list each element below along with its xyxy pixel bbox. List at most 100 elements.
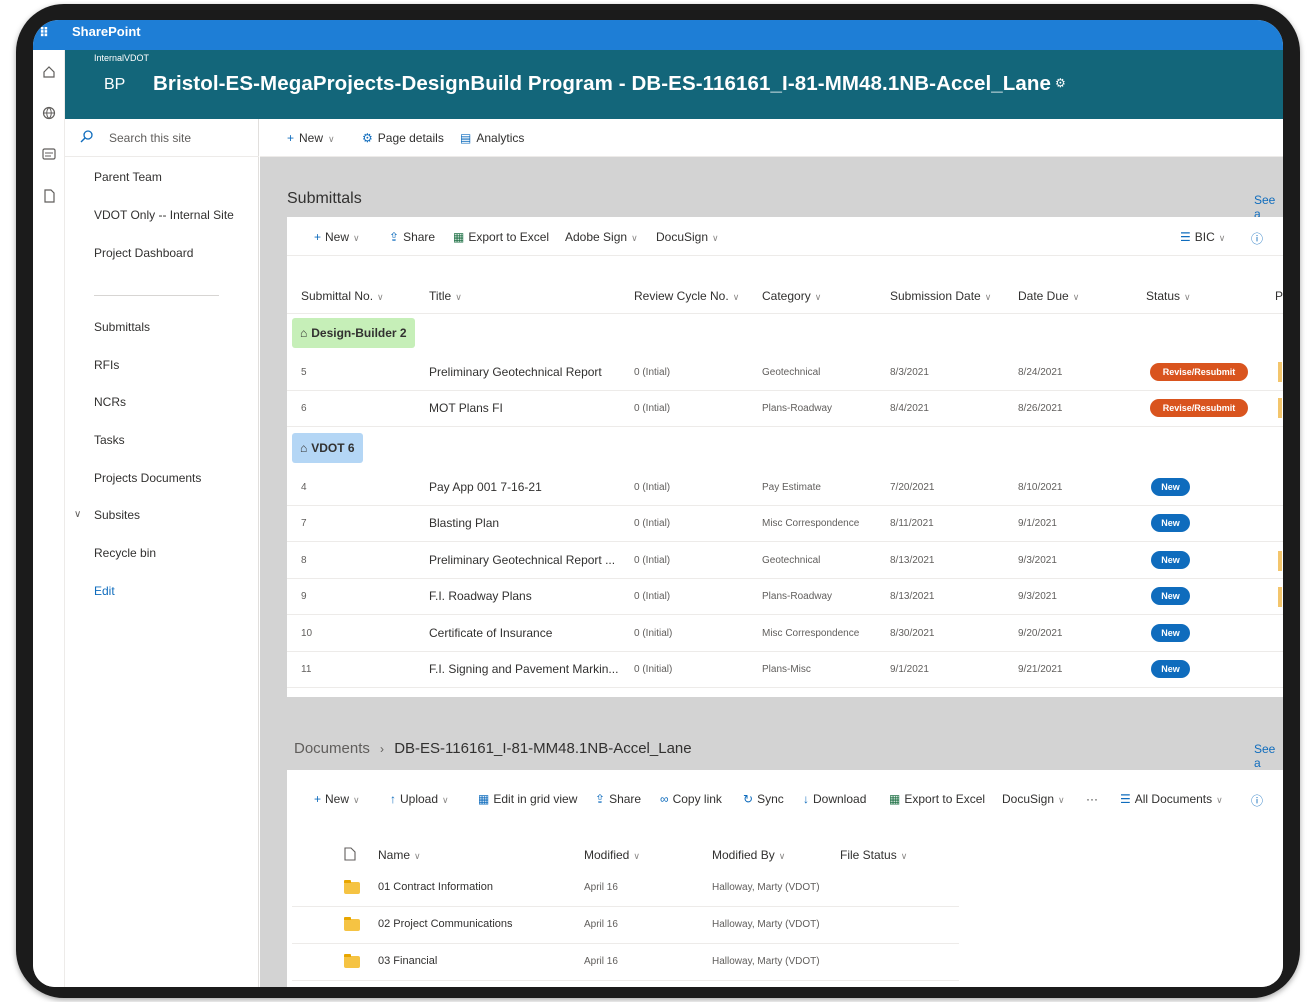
- cell-title[interactable]: Pay App 001 7-16-21: [429, 480, 542, 494]
- nav-recycle-bin[interactable]: Recycle bin: [94, 546, 156, 560]
- table-row[interactable]: 8 Preliminary Geotechnical Report ... 0 …: [287, 543, 1283, 579]
- cell-title[interactable]: Preliminary Geotechnical Report: [429, 365, 602, 379]
- breadcrumb-current-folder[interactable]: DB-ES-116161_I-81-MM48.1NB-Accel_Lane: [394, 740, 691, 757]
- chevron-down-icon[interactable]: ∨: [74, 509, 81, 520]
- site-title[interactable]: Bristol-ES-MegaProjects-DesignBuild Prog…: [153, 72, 1066, 96]
- chevron-down-icon: ∨: [712, 233, 719, 243]
- cell-date-due: 9/1/2021: [1018, 518, 1057, 529]
- submittals-heading[interactable]: Submittals: [287, 190, 362, 208]
- edit-grid-button[interactable]: ▦ Edit in grid view: [478, 792, 577, 806]
- nav-projects-documents[interactable]: Projects Documents: [94, 471, 201, 485]
- chevron-down-icon: ∨: [442, 795, 449, 805]
- copy-link-button[interactable]: ∞ Copy link: [660, 792, 722, 806]
- breadcrumb-documents-link[interactable]: Documents: [294, 740, 370, 757]
- site-title-text[interactable]: Bristol-ES-MegaProjects-DesignBuild Prog…: [153, 72, 1051, 95]
- brand-label[interactable]: SharePoint: [72, 24, 141, 39]
- doc-export-button[interactable]: ▦ Export to Excel: [889, 792, 985, 806]
- col-file-status[interactable]: File Status ∨: [840, 848, 907, 862]
- info-icon[interactable]: ⓘ: [1251, 230, 1263, 247]
- sync-button[interactable]: ↻ Sync: [743, 792, 784, 806]
- page-new-button[interactable]: + New ∨: [287, 131, 335, 145]
- table-row[interactable]: 6 MOT Plans FI 0 (Intial) Plans-Roadway …: [287, 391, 1283, 427]
- chevron-down-icon: ∨: [455, 292, 462, 302]
- more-actions-button[interactable]: ···: [1086, 792, 1098, 806]
- list-item[interactable]: 02 Project Communications April 16 Hallo…: [292, 907, 959, 944]
- col-submission-date[interactable]: Submission Date ∨: [890, 289, 991, 303]
- table-row[interactable]: 5 Preliminary Geotechnical Report 0 (Int…: [287, 355, 1283, 391]
- nav-subsites[interactable]: Subsites: [94, 508, 140, 522]
- nav-edit-link[interactable]: Edit: [94, 584, 115, 598]
- doc-name[interactable]: 01 Contract Information: [378, 881, 493, 893]
- search-placeholder[interactable]: Search this site: [109, 131, 191, 145]
- doc-new-button[interactable]: + New ∨: [314, 792, 360, 806]
- table-row[interactable]: 11 F.I. Signing and Pavement Markin... 0…: [287, 652, 1283, 688]
- group-header-vdot[interactable]: ⌂ VDOT 6: [292, 433, 363, 463]
- nav-parent-team[interactable]: Parent Team: [94, 170, 162, 184]
- analytics-button[interactable]: ▤ Analytics: [460, 131, 524, 145]
- nav-vdot-only[interactable]: VDOT Only -- Internal Site: [94, 208, 234, 222]
- cell-title[interactable]: Blasting Plan: [429, 516, 499, 530]
- doc-view-selector[interactable]: ☰ All Documents ∨: [1120, 792, 1223, 806]
- docusign-menu[interactable]: DocuSign ∨: [656, 230, 719, 244]
- chevron-down-icon: ∨: [984, 292, 992, 302]
- nav-rfis[interactable]: RFIs: [94, 358, 119, 372]
- page-details-button[interactable]: ⚙ Page details: [362, 131, 444, 145]
- cell-title[interactable]: F.I. Roadway Plans: [429, 589, 532, 603]
- doc-name[interactable]: 03 Financial: [378, 955, 437, 967]
- col-review-cycle[interactable]: Review Cycle No. ∨: [634, 289, 739, 303]
- nav-tasks[interactable]: Tasks: [94, 433, 125, 447]
- site-search-box[interactable]: Search this site: [65, 119, 259, 157]
- col-status[interactable]: Status ∨: [1146, 289, 1191, 303]
- table-row[interactable]: 9 F.I. Roadway Plans 0 (Intial) Plans-Ro…: [287, 579, 1283, 615]
- doc-modified-by[interactable]: Halloway, Marty (VDOT): [712, 956, 820, 967]
- upload-button[interactable]: ↑ Upload ∨: [390, 792, 449, 806]
- view-lines-icon: ☰: [1180, 230, 1191, 244]
- nav-ncrs[interactable]: NCRs: [94, 395, 126, 409]
- col-category[interactable]: Category ∨: [762, 289, 821, 303]
- documents-see-all-link[interactable]: See a: [1254, 742, 1283, 770]
- hub-site-link[interactable]: InternalVDOT: [94, 53, 149, 63]
- col-modified-by[interactable]: Modified By ∨: [712, 848, 785, 862]
- col-title[interactable]: Title ∨: [429, 289, 462, 303]
- info-icon[interactable]: ⓘ: [1251, 792, 1263, 809]
- table-row[interactable]: 4 Pay App 001 7-16-21 0 (Intial) Pay Est…: [287, 470, 1283, 506]
- table-row[interactable]: 10 Certificate of Insurance 0 (Initial) …: [287, 616, 1283, 652]
- col-date-due[interactable]: Date Due ∨: [1018, 289, 1079, 303]
- nav-project-dashboard[interactable]: Project Dashboard: [94, 246, 193, 260]
- home-icon[interactable]: [39, 62, 59, 82]
- doc-modified-by[interactable]: Halloway, Marty (VDOT): [712, 919, 820, 930]
- list-export-button[interactable]: ▦ Export to Excel: [453, 230, 549, 244]
- doc-share-button[interactable]: ⇪ Share: [595, 792, 641, 806]
- file-type-icon[interactable]: [344, 847, 356, 864]
- col-p[interactable]: P: [1275, 289, 1283, 303]
- col-modified[interactable]: Modified ∨: [584, 848, 640, 862]
- col-name[interactable]: Name ∨: [378, 848, 421, 862]
- group-header-design-builder[interactable]: ⌂ Design-Builder 2: [292, 318, 415, 348]
- folder-icon: [344, 917, 360, 931]
- cell-category: Misc Correspondence: [762, 628, 860, 639]
- download-button[interactable]: ↓ Download: [803, 792, 866, 806]
- cell-title[interactable]: F.I. Signing and Pavement Markin...: [429, 662, 618, 676]
- page-new-label: New: [299, 131, 324, 145]
- file-icon[interactable]: [39, 186, 59, 206]
- list-item[interactable]: 03 Financial April 16 Halloway, Marty (V…: [292, 944, 959, 981]
- globe-icon[interactable]: [39, 103, 59, 123]
- doc-docusign-menu[interactable]: DocuSign ∨: [1002, 792, 1065, 806]
- cell-title[interactable]: Certificate of Insurance: [429, 626, 552, 640]
- cell-title[interactable]: MOT Plans FI: [429, 401, 503, 415]
- app-launcher-icon[interactable]: ⠿: [39, 25, 49, 41]
- cell-title[interactable]: Preliminary Geotechnical Report ...: [429, 553, 615, 567]
- view-selector[interactable]: ☰ BIC ∨: [1180, 230, 1225, 244]
- list-new-button[interactable]: + New ∨: [314, 230, 360, 244]
- submittals-list-panel: + New ∨ ⇪ Share ▦ Export to Excel Adobe Sign…: [287, 217, 1283, 697]
- list-share-button[interactable]: ⇪ Share: [389, 230, 435, 244]
- adobe-sign-menu[interactable]: Adobe Sign ∨: [565, 230, 638, 244]
- doc-modified-by[interactable]: Halloway, Marty (VDOT): [712, 882, 820, 893]
- list-item[interactable]: 01 Contract Information April 16 Hallowa…: [292, 870, 959, 907]
- cell-category: Geotechnical: [762, 367, 821, 378]
- news-icon[interactable]: [39, 144, 59, 164]
- col-submittal-no[interactable]: Submittal No. ∨: [301, 289, 384, 303]
- table-row[interactable]: 7 Blasting Plan 0 (Intial) Misc Correspo…: [287, 506, 1283, 542]
- nav-submittals[interactable]: Submittals: [94, 320, 150, 334]
- doc-name[interactable]: 02 Project Communications: [378, 918, 513, 930]
